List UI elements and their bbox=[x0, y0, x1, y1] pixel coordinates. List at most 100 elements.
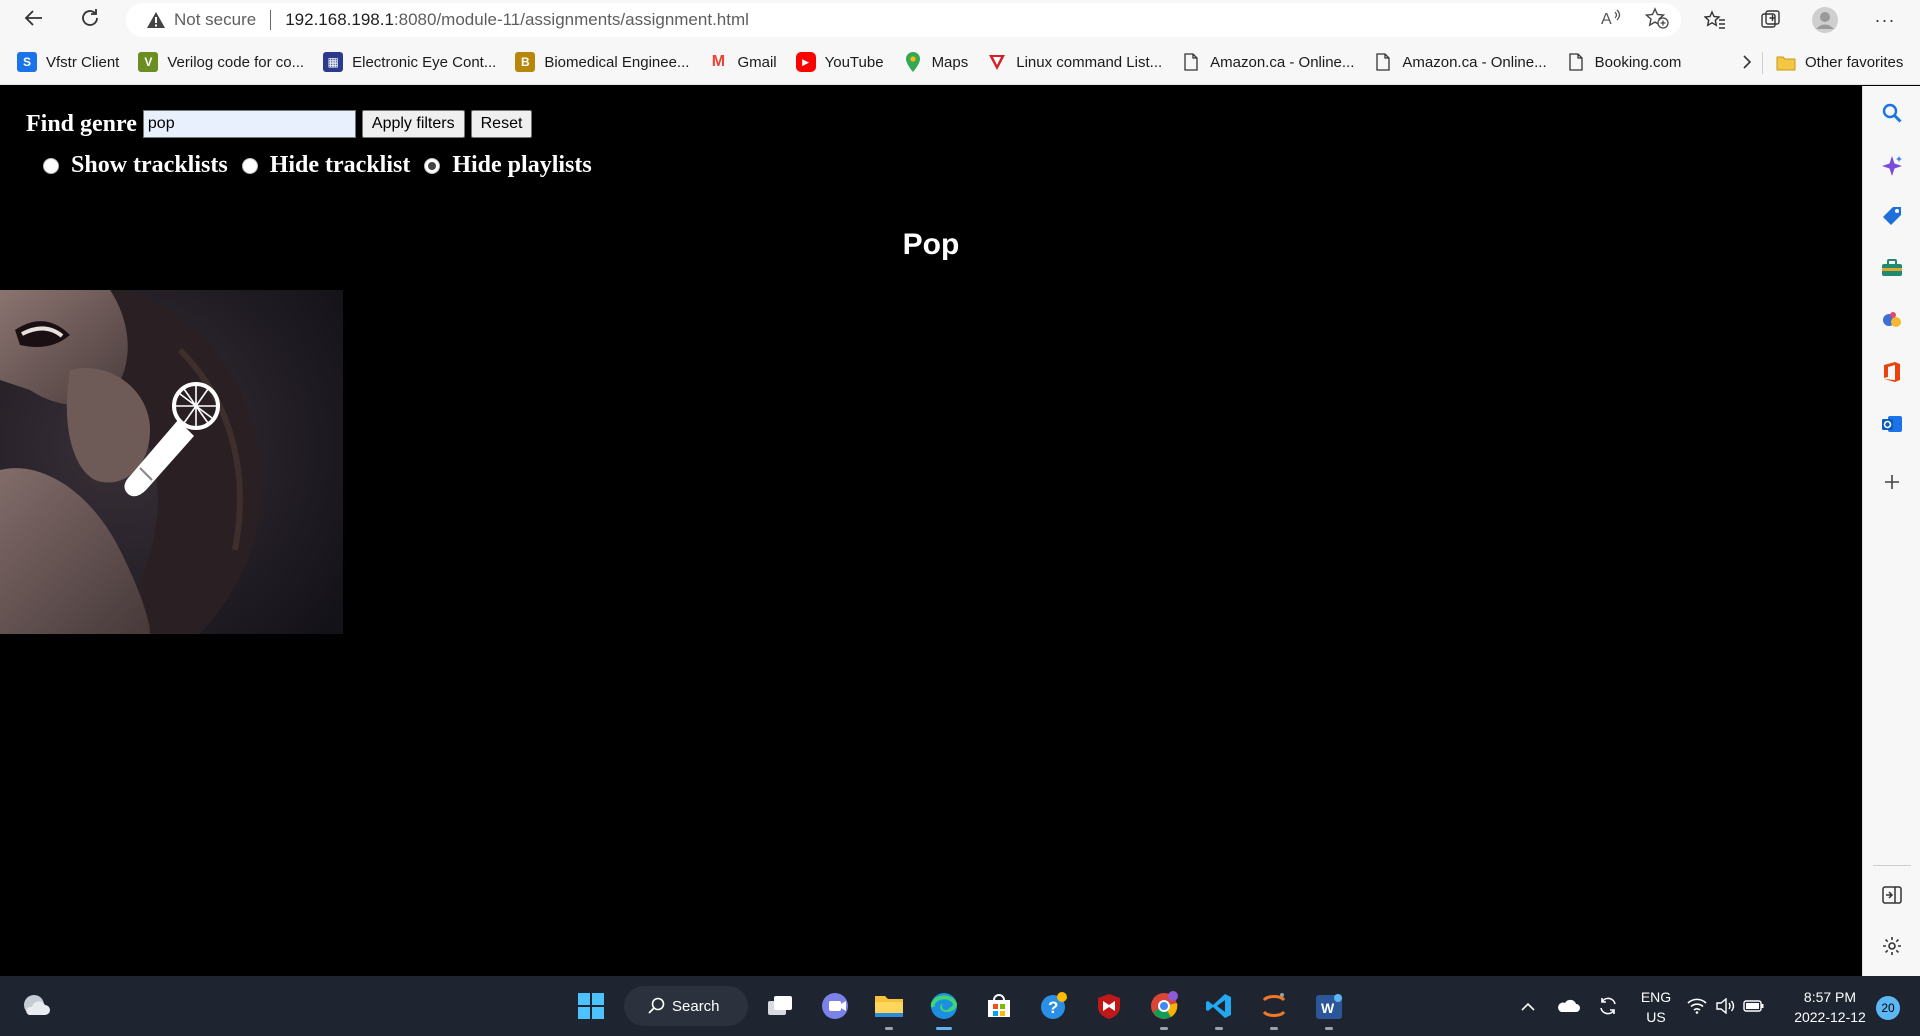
vfstr-icon: S bbox=[17, 52, 37, 72]
folder-icon bbox=[1776, 55, 1796, 71]
svg-text:A: A bbox=[1601, 11, 1612, 28]
file-explorer-icon[interactable] bbox=[871, 988, 907, 1030]
back-arrow-icon bbox=[23, 7, 45, 34]
bookmark-vfstr[interactable]: S Vfstr Client bbox=[17, 47, 119, 77]
hide-tracklist-label: Hide tracklist bbox=[269, 152, 411, 178]
chrome-icon[interactable] bbox=[1146, 988, 1182, 1030]
page-icon bbox=[1181, 52, 1201, 72]
bookmark-amazon-2[interactable]: Amazon.ca - Online... bbox=[1373, 47, 1547, 77]
show-tracklists-label: Show tracklists bbox=[71, 152, 228, 178]
language-indicator[interactable]: ENG US bbox=[1636, 987, 1676, 1027]
taskbar-search-label: Search bbox=[672, 997, 720, 1015]
bookmark-linux-commands[interactable]: Linux command List... bbox=[987, 47, 1162, 77]
running-indicator bbox=[885, 1027, 893, 1030]
back-button[interactable] bbox=[18, 4, 50, 36]
filter-form: Find genre Apply filters Reset bbox=[26, 110, 533, 138]
apply-filters-button[interactable]: Apply filters bbox=[361, 110, 465, 138]
read-aloud-icon[interactable]: A bbox=[1601, 8, 1623, 33]
bookmark-youtube[interactable]: ▶ YouTube bbox=[795, 47, 884, 77]
genre-heading: Pop bbox=[902, 228, 960, 261]
get-help-icon[interactable]: ? bbox=[1036, 988, 1072, 1024]
edge-browser-icon[interactable] bbox=[926, 988, 962, 1030]
games-icon[interactable] bbox=[1880, 308, 1904, 332]
crest-icon: B bbox=[515, 52, 536, 72]
genre-input[interactable] bbox=[142, 110, 356, 138]
settings-gear-icon[interactable] bbox=[1880, 934, 1904, 958]
hide-playlists-radio[interactable] bbox=[424, 157, 441, 174]
url-path: :8080/module-11/assignments/assignment.h… bbox=[393, 10, 749, 29]
url-text[interactable]: 192.168.198.1:8080/module-11/assignments… bbox=[285, 10, 749, 30]
edge-sidebar bbox=[1862, 86, 1920, 976]
wifi-icon[interactable] bbox=[1685, 988, 1709, 1024]
more-menu-icon[interactable]: ··· bbox=[1870, 10, 1900, 31]
bookmark-gmail[interactable]: M Gmail bbox=[708, 47, 777, 77]
jupyter-icon[interactable] bbox=[1256, 988, 1292, 1030]
running-indicator bbox=[1325, 1027, 1333, 1030]
outlook-icon[interactable] bbox=[1880, 412, 1904, 436]
sync-icon[interactable] bbox=[1590, 988, 1626, 1024]
bookmark-amazon-1[interactable]: Amazon.ca - Online... bbox=[1181, 47, 1354, 77]
refresh-button[interactable] bbox=[74, 4, 106, 36]
running-indicator bbox=[1160, 1027, 1168, 1030]
bookmark-biomedical[interactable]: B Biomedical Enginee... bbox=[515, 47, 689, 77]
svg-text:W: W bbox=[1321, 1000, 1335, 1016]
vscode-icon[interactable] bbox=[1201, 988, 1237, 1030]
weather-icon[interactable] bbox=[18, 988, 54, 1024]
teams-chat-icon[interactable] bbox=[817, 988, 853, 1024]
warning-icon[interactable] bbox=[146, 10, 166, 30]
favorites-icon[interactable] bbox=[1700, 10, 1730, 30]
collections-icon[interactable] bbox=[1756, 9, 1786, 31]
address-bar[interactable]: Not secure 192.168.198.1:8080/module-11/… bbox=[126, 3, 1681, 37]
office-icon[interactable] bbox=[1880, 360, 1904, 384]
hide-tracklist-radio[interactable] bbox=[241, 157, 258, 174]
taskbar-search[interactable]: Search bbox=[624, 986, 748, 1026]
verilog-icon: V bbox=[138, 52, 159, 72]
copilot-sparkle-icon[interactable] bbox=[1880, 154, 1904, 178]
battery-icon[interactable] bbox=[1741, 988, 1767, 1024]
find-genre-label: Find genre bbox=[26, 110, 137, 137]
bookmark-label: Verilog code for co... bbox=[167, 53, 305, 71]
bookmark-label: Electronic Eye Cont... bbox=[352, 53, 497, 71]
reset-button[interactable]: Reset bbox=[470, 110, 533, 138]
search-icon[interactable] bbox=[1880, 101, 1904, 125]
keyboard-region: US bbox=[1646, 1009, 1666, 1025]
notification-badge[interactable]: 20 bbox=[1876, 996, 1900, 1020]
browser-toolbar: Not secure 192.168.198.1:8080/module-11/… bbox=[0, 0, 1920, 40]
chevron-up-icon[interactable] bbox=[1510, 988, 1546, 1024]
add-favorite-icon[interactable] bbox=[1644, 6, 1669, 34]
show-tracklists-radio[interactable] bbox=[43, 157, 59, 174]
address-separator bbox=[270, 10, 272, 30]
microsoft-store-icon[interactable] bbox=[981, 988, 1017, 1024]
bookmark-label: Amazon.ca - Online... bbox=[1402, 53, 1547, 71]
shopping-tag-icon[interactable] bbox=[1880, 204, 1904, 228]
windows-start-icon[interactable] bbox=[573, 988, 609, 1024]
security-label[interactable]: Not secure bbox=[174, 10, 256, 30]
profile-avatar[interactable] bbox=[1810, 6, 1840, 34]
bookmark-maps[interactable]: Maps bbox=[903, 47, 968, 77]
bookmarks-divider bbox=[1762, 52, 1763, 74]
tools-icon[interactable] bbox=[1880, 256, 1904, 280]
bookmark-verilog[interactable]: V Verilog code for co... bbox=[138, 47, 304, 77]
mcafee-icon[interactable] bbox=[1091, 988, 1127, 1024]
bookmark-label: YouTube bbox=[824, 53, 884, 71]
add-icon[interactable] bbox=[1880, 470, 1904, 494]
other-favorites[interactable]: Other favorites bbox=[1776, 40, 1903, 85]
clock[interactable]: 8:57 PM 2022-12-12 bbox=[1784, 987, 1876, 1027]
active-indicator bbox=[936, 1027, 952, 1030]
page-icon bbox=[1373, 52, 1393, 72]
hide-sidebar-icon[interactable] bbox=[1880, 883, 1904, 907]
bookmark-label: Gmail bbox=[737, 53, 777, 71]
running-indicator bbox=[1215, 1027, 1223, 1030]
onedrive-icon[interactable] bbox=[1550, 988, 1586, 1024]
bookmark-electronic-eye[interactable]: ▦ Electronic Eye Cont... bbox=[323, 47, 496, 77]
bookmark-booking[interactable]: Booking.com bbox=[1566, 47, 1682, 77]
word-icon[interactable]: W bbox=[1311, 988, 1347, 1030]
clock-date: 2022-12-12 bbox=[1794, 1009, 1866, 1025]
windows-taskbar: Search ? W ENG US 8:57 PM 2022-12-12 20 bbox=[0, 976, 1920, 1036]
svg-text:?: ? bbox=[1048, 998, 1058, 1017]
chevron-right-icon[interactable] bbox=[1735, 50, 1759, 74]
volume-icon[interactable] bbox=[1713, 988, 1737, 1024]
task-view-icon[interactable] bbox=[762, 988, 798, 1024]
bookmark-label: Booking.com bbox=[1594, 53, 1682, 71]
bookmark-label: Vfstr Client bbox=[46, 53, 120, 71]
